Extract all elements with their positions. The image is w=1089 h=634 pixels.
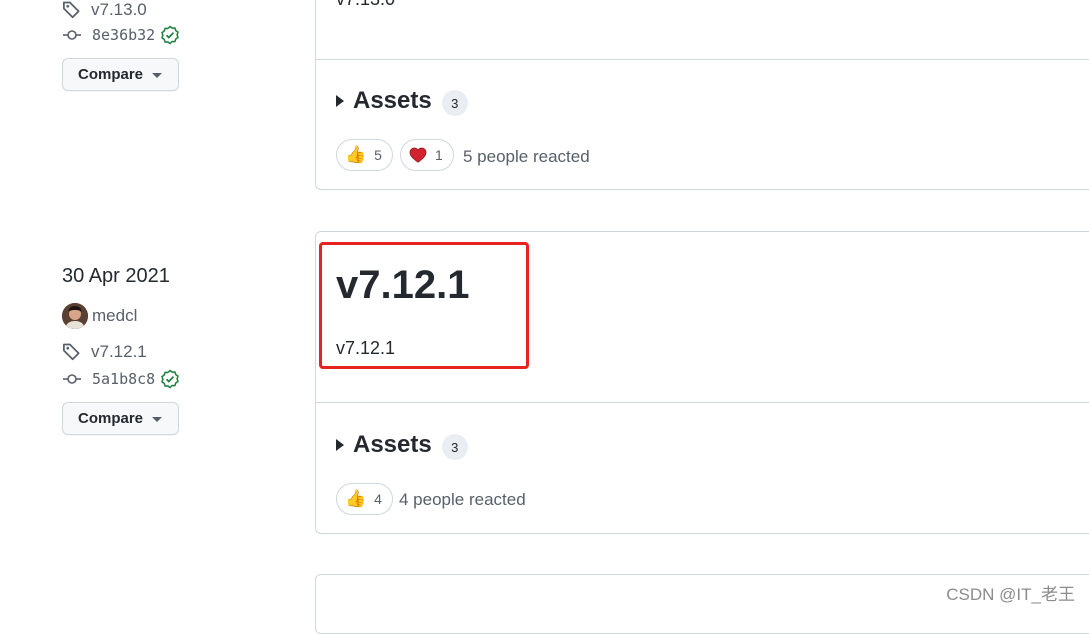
divider (316, 402, 1089, 403)
commit-sha: 8e36b32 (92, 26, 156, 44)
commit-link[interactable]: 5a1b8c8 (62, 369, 180, 389)
commit-link[interactable]: 8e36b32 (62, 25, 180, 45)
highlight-annotation (319, 242, 529, 369)
assets-count: 3 (441, 434, 468, 460)
caret-down-icon (152, 417, 162, 422)
reaction-heart[interactable]: 1 (400, 139, 454, 171)
reaction-thumbs-up[interactable]: 👍 5 (336, 139, 393, 171)
verified-icon[interactable] (160, 369, 180, 389)
assets-title: Assets (353, 87, 432, 114)
assets-count: 3 (441, 90, 468, 116)
tag-label: v7.12.1 (91, 342, 147, 361)
tag-icon (63, 1, 80, 19)
avatar[interactable] (62, 303, 88, 329)
tag-link[interactable]: v7.13.0 (62, 0, 147, 20)
expand-triangle-icon (336, 439, 344, 451)
tag-icon (63, 343, 80, 361)
author-link[interactable]: medcl (62, 303, 137, 329)
assets-title: Assets (353, 431, 432, 458)
assets-toggle[interactable]: Assets 3 (336, 86, 468, 116)
thumbs-up-icon: 👍 (345, 145, 367, 164)
release-date: 30 Apr 2021 (62, 265, 170, 287)
reaction-count: 4 (374, 491, 382, 507)
author-name: medcl (92, 306, 138, 325)
commit-icon (63, 374, 81, 384)
reacted-summary: 4 people reacted (399, 490, 526, 509)
reaction-count: 5 (374, 147, 382, 163)
verified-icon[interactable] (160, 25, 180, 45)
thumbs-up-icon: 👍 (345, 489, 367, 508)
tag-label: v7.13.0 (91, 0, 147, 19)
compare-button[interactable]: Compare (62, 402, 179, 435)
assets-toggle[interactable]: Assets 3 (336, 430, 468, 460)
compare-button[interactable]: Compare (62, 58, 179, 91)
commit-icon (63, 30, 81, 40)
divider (316, 59, 1089, 60)
release-body: v7.13.0 (336, 0, 395, 10)
reacted-summary: 5 people reacted (463, 147, 590, 166)
compare-label: Compare (78, 66, 144, 83)
tag-link[interactable]: v7.12.1 (62, 342, 147, 362)
compare-label: Compare (78, 410, 144, 427)
release-card: v7.13.0 Assets 3 👍 5 1 5 people reacted (315, 0, 1089, 190)
caret-down-icon (152, 73, 162, 78)
watermark: CSDN @IT_老王 (946, 585, 1075, 604)
commit-sha: 5a1b8c8 (92, 370, 156, 388)
reaction-thumbs-up[interactable]: 👍 4 (336, 483, 393, 515)
expand-triangle-icon (336, 95, 344, 107)
heart-icon (409, 147, 427, 163)
reaction-count: 1 (435, 147, 443, 163)
